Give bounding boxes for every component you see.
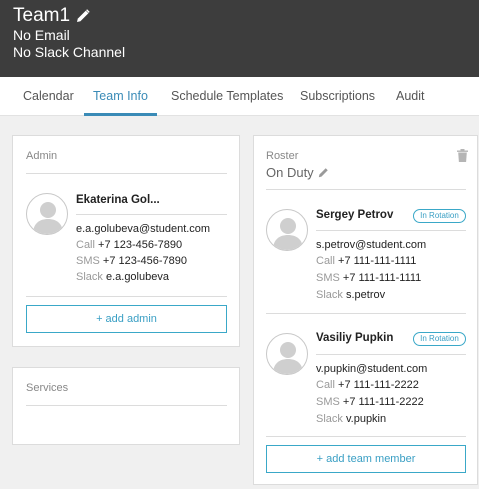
call-label: Call (316, 255, 335, 267)
slack-label: Slack (76, 271, 103, 283)
user-silhouette-icon (33, 202, 63, 234)
tab-team-info[interactable]: Team Info (84, 77, 157, 116)
divider (266, 313, 466, 314)
member-slack-value: s.petrov (345, 289, 386, 301)
admin-call: Call +7 123-456-7890 (76, 239, 182, 251)
admin-email: e.a.golubeva@student.com (76, 223, 211, 235)
member-call: Call +7 111-111-2222 (316, 379, 419, 391)
admin-call-value: +7 123-456-7890 (98, 239, 183, 251)
divider (26, 173, 227, 174)
member-name: Vasiliy Pupkin (316, 332, 394, 344)
member-call-value: +7 111-111-2222 (338, 379, 419, 391)
edit-roster-pencil-icon[interactable] (318, 167, 329, 178)
user-silhouette-icon (273, 218, 303, 250)
team-email: No Email (13, 27, 70, 43)
member-call-value: +7 111-111-1111 (338, 255, 417, 267)
admin-section-label: Admin (26, 150, 58, 162)
member-slack: Slack s.petrov (316, 289, 385, 301)
slack-label: Slack (316, 289, 343, 301)
admin-sms: SMS +7 123-456-7890 (76, 255, 187, 267)
roster-card: Roster On Duty Sergey Petrov In Rotation… (253, 135, 478, 485)
in-rotation-badge[interactable]: In Rotation (413, 332, 466, 346)
roster-name: On Duty (266, 165, 329, 180)
services-section-label: Services (26, 382, 69, 394)
delete-roster-trash-icon[interactable] (457, 149, 468, 167)
member-sms-value: +7 111-111-1111 (342, 272, 422, 284)
divider (26, 405, 227, 406)
in-rotation-badge[interactable]: In Rotation (413, 209, 466, 223)
tab-calendar[interactable]: Calendar (23, 77, 74, 116)
roster-name-text: On Duty (266, 165, 314, 180)
admin-avatar (26, 193, 68, 235)
admin-sms-value: +7 123-456-7890 (102, 255, 188, 267)
services-card: Services (12, 367, 240, 445)
member-avatar (266, 333, 308, 375)
roster-section-label: Roster (266, 150, 299, 162)
member-sms: SMS +7 111-111-2222 (316, 396, 424, 408)
tab-schedule-templates[interactable]: Schedule Templates (171, 77, 283, 116)
admin-slack-value: e.a.golubeva (105, 271, 169, 283)
divider (316, 354, 466, 355)
member-slack-value: v.pupkin (345, 413, 387, 425)
team-slack-channel: No Slack Channel (13, 44, 126, 60)
divider (266, 189, 466, 190)
tab-subscriptions[interactable]: Subscriptions (300, 77, 375, 116)
edit-team-pencil-icon[interactable] (76, 9, 90, 23)
admin-card: Admin Ekaterina Gol... e.a.golubeva@stud… (12, 135, 240, 347)
member-avatar (266, 209, 308, 251)
member-call: Call +7 111-111-1111 (316, 255, 416, 267)
member-email: s.petrov@student.com (316, 239, 427, 251)
member-sms: SMS +7 111-111-1111 (316, 272, 421, 284)
tab-audit[interactable]: Audit (396, 77, 425, 116)
member-name: Sergey Petrov (316, 209, 394, 221)
sms-label: SMS (76, 255, 100, 267)
divider (26, 296, 227, 297)
tab-bar: Calendar Team Info Schedule Templates Su… (0, 77, 479, 116)
add-team-member-button[interactable]: + add team member (266, 445, 466, 473)
sms-label: SMS (316, 396, 340, 408)
user-silhouette-icon (273, 342, 303, 374)
team-header: Team1 No Email No Slack Channel (0, 0, 479, 77)
admin-slack: Slack e.a.golubeva (76, 271, 169, 283)
add-admin-button[interactable]: + add admin (26, 305, 227, 333)
divider (266, 436, 466, 437)
member-slack: Slack v.pupkin (316, 413, 386, 425)
team-name: Team1 (13, 5, 71, 26)
member-sms-value: +7 111-111-2222 (342, 396, 424, 408)
admin-name: Ekaterina Gol... (76, 194, 160, 206)
team-title: Team1 (13, 5, 466, 27)
slack-label: Slack (316, 413, 343, 425)
member-email: v.pupkin@student.com (316, 363, 428, 375)
call-label: Call (76, 239, 95, 251)
call-label: Call (316, 379, 335, 391)
divider (76, 214, 227, 215)
divider (316, 230, 466, 231)
sms-label: SMS (316, 272, 340, 284)
